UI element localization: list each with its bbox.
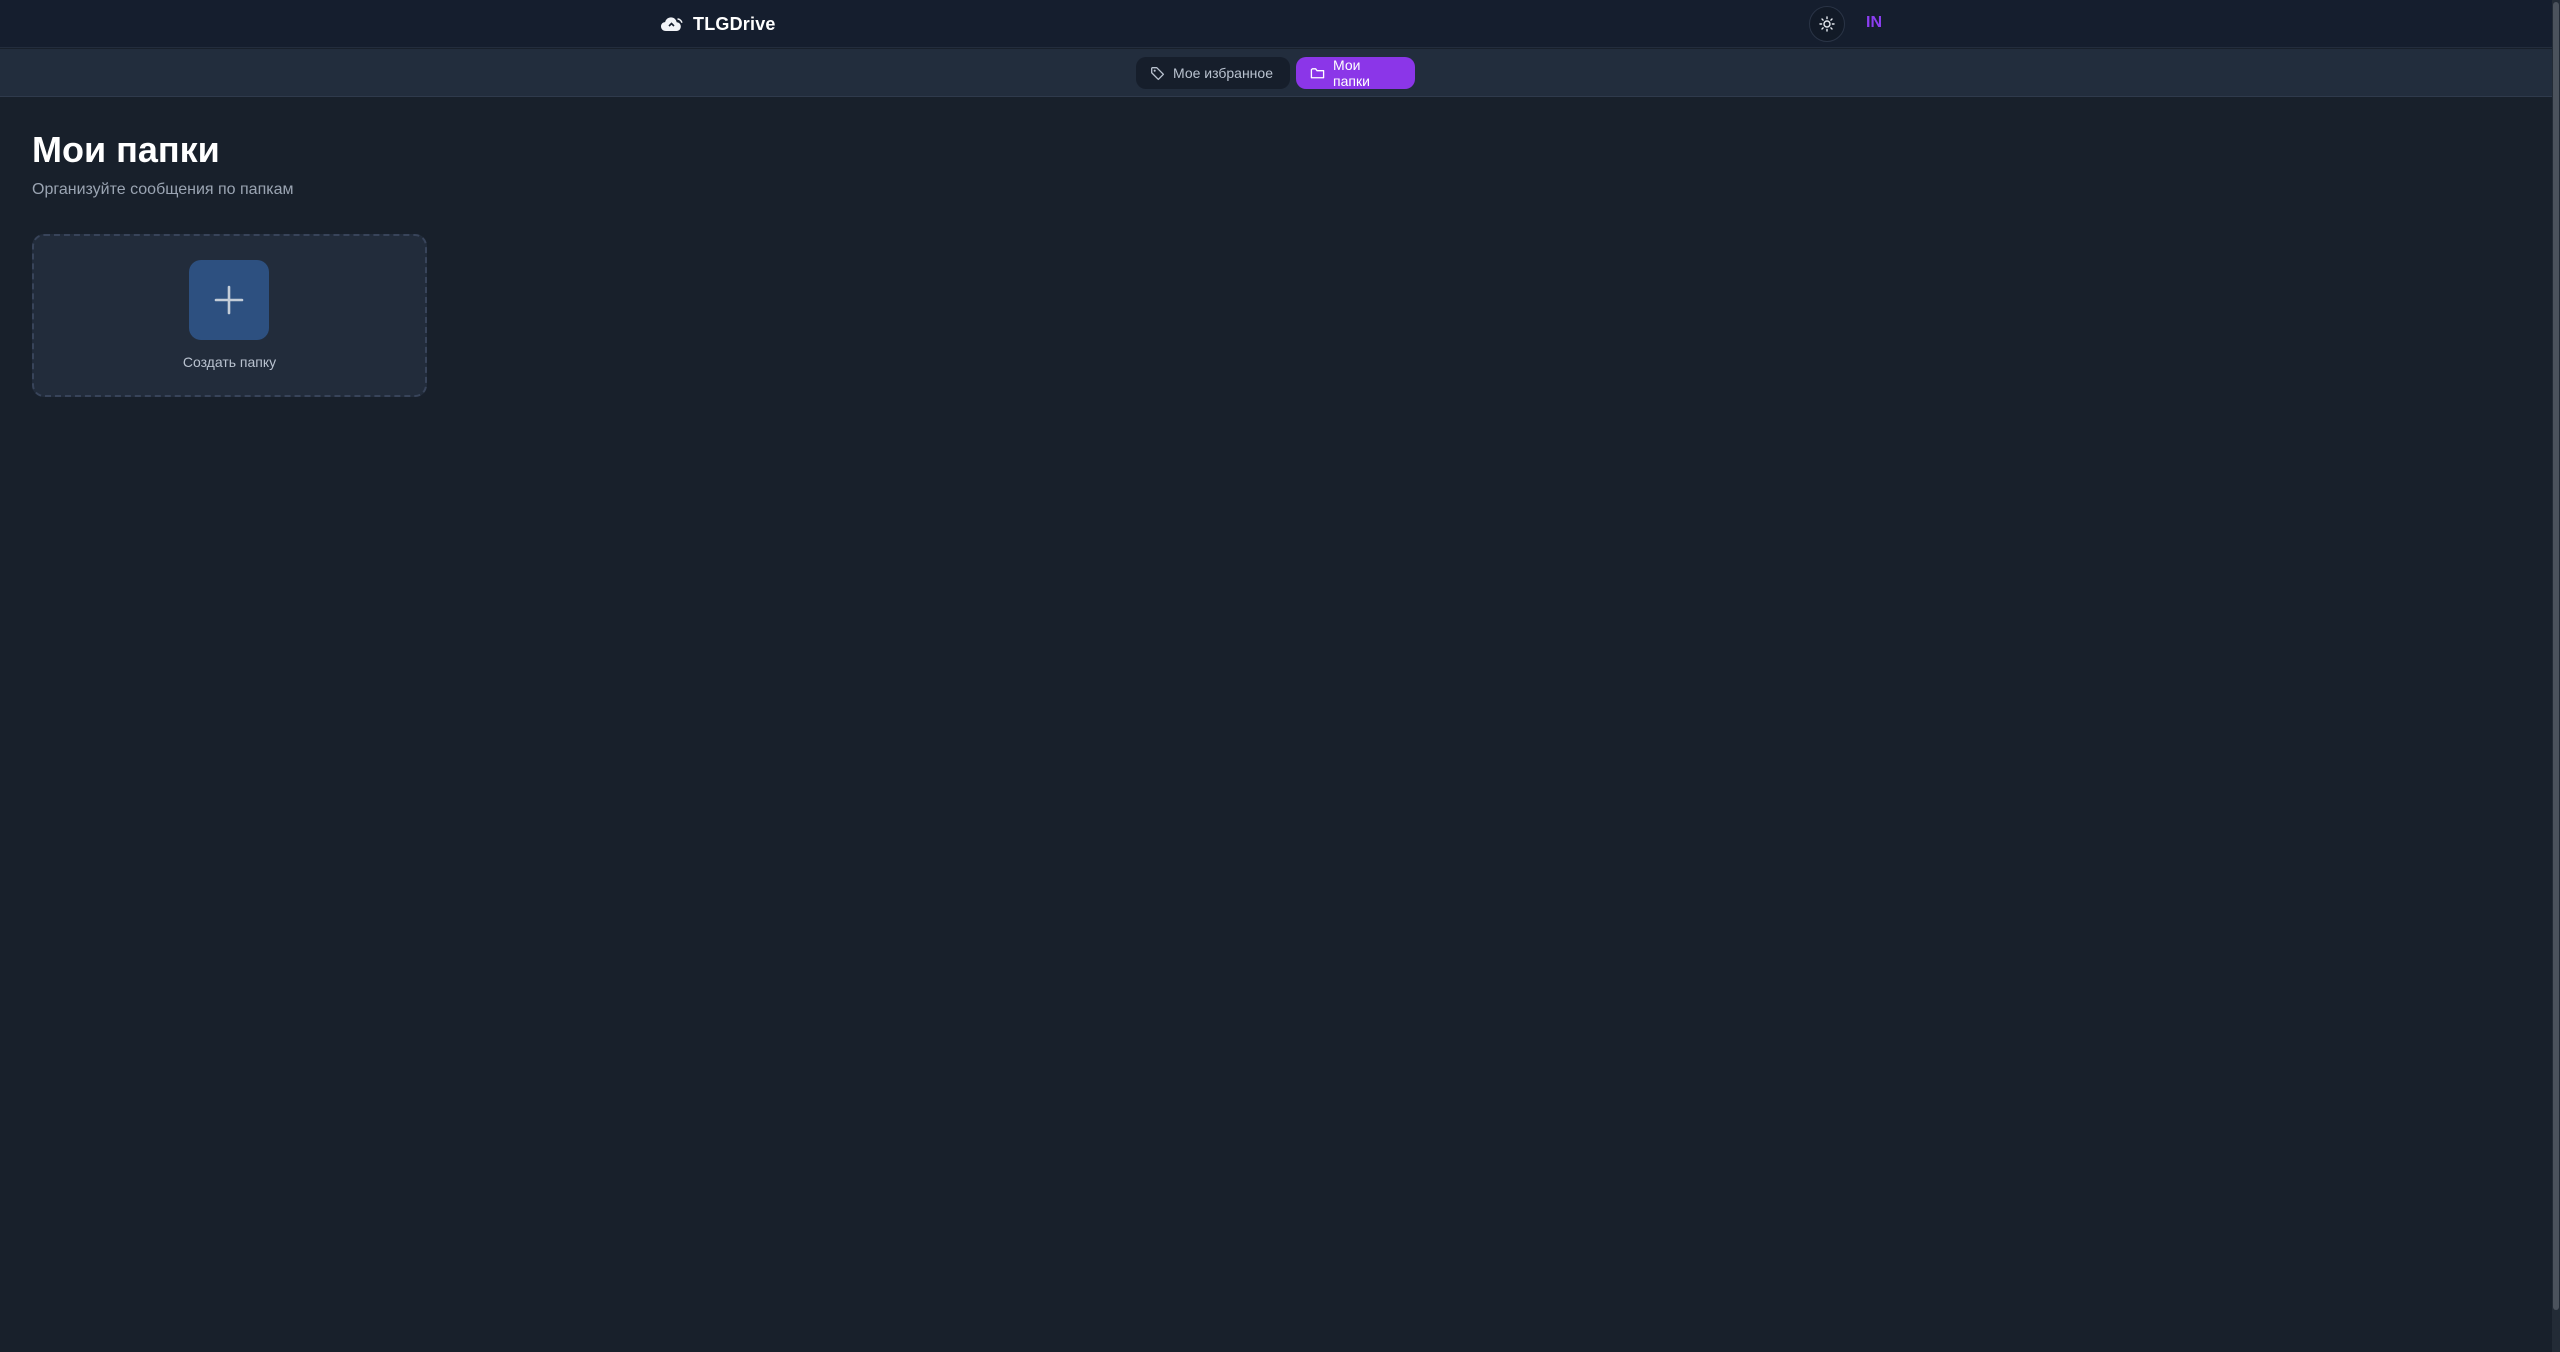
- create-folder-card[interactable]: Создать папку: [32, 234, 427, 397]
- tab-favorites[interactable]: Мое избранное: [1136, 57, 1290, 89]
- page-subtitle: Организуйте сообщения по папкам: [32, 181, 294, 198]
- language-switch[interactable]: IN: [1866, 14, 1882, 32]
- create-folder-label: Создать папку: [182, 354, 277, 370]
- app-name: TLGDrive: [693, 13, 776, 34]
- tag-icon: [1150, 66, 1165, 81]
- tab-folders-label: Мои папки: [1333, 57, 1370, 89]
- sun-icon: [1819, 16, 1835, 32]
- plus-icon: [211, 282, 247, 318]
- tab-folders[interactable]: Мои папки: [1296, 57, 1415, 89]
- top-header: TLGDrive IN: [0, 0, 2552, 48]
- main-nav: Мое избранное Мои папки: [0, 49, 2552, 97]
- tab-favorites-label: Мое избранное: [1173, 65, 1273, 81]
- theme-toggle-button[interactable]: [1809, 6, 1845, 42]
- cloud-logo-icon: [660, 14, 684, 34]
- scrollbar-thumb[interactable]: [2553, 2, 2559, 1310]
- page-scrollbar[interactable]: [2552, 0, 2560, 1352]
- page-title: Мои папки: [32, 129, 220, 170]
- create-folder-button[interactable]: [189, 260, 269, 340]
- folder-icon: [1310, 66, 1325, 81]
- brand[interactable]: TLGDrive: [660, 12, 776, 36]
